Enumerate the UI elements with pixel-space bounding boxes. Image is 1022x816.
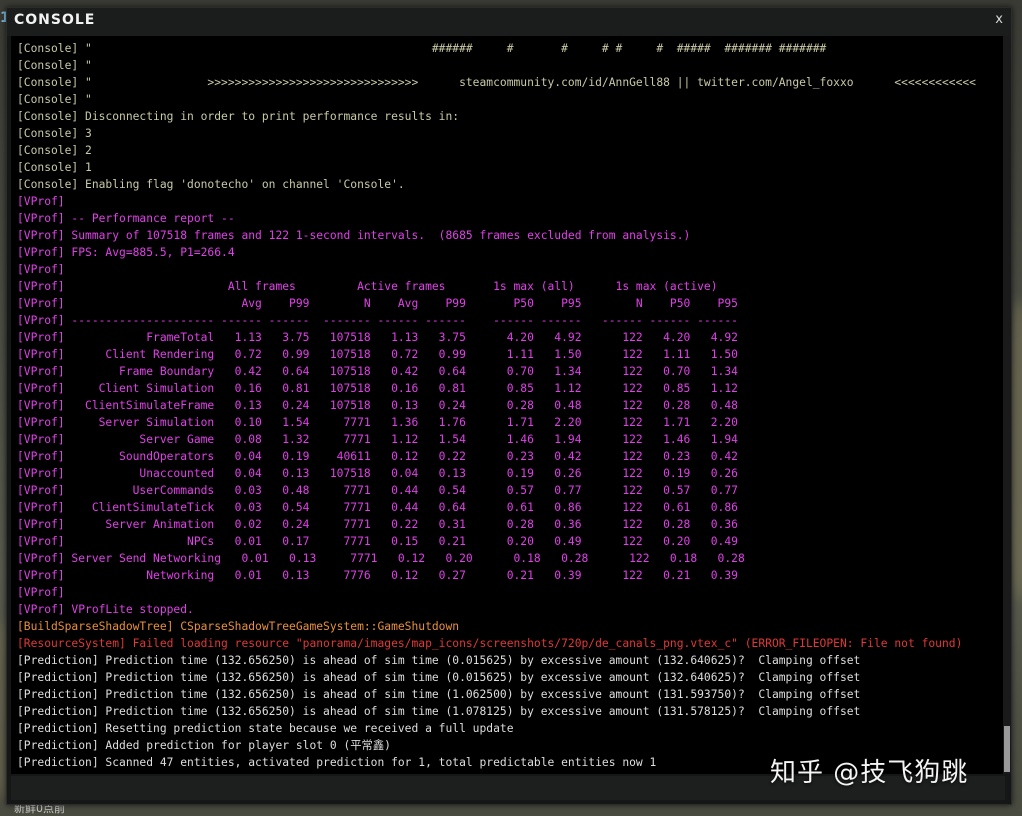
log-line: [Prediction] Prediction time (132.656250… xyxy=(17,671,861,684)
log-line: [VProf] ClientSimulateTick 0.03 0.54 777… xyxy=(17,501,738,514)
log-line: [VProf] Client Simulation 0.16 0.81 1075… xyxy=(17,382,738,395)
log-line: [Console] " >>>>>>>>>>>>>>>>>>>>>>>>>>>>… xyxy=(17,76,976,89)
console-title: CONSOLE xyxy=(14,12,96,28)
log-line: [VProf] Server Game 0.08 1.32 7771 1.12 … xyxy=(17,433,738,446)
log-line: [VProf] SoundOperators 0.04 0.19 40611 0… xyxy=(17,450,738,463)
log-line: [VProf] Summary of 107518 frames and 122… xyxy=(17,229,691,242)
log-line: [VProf] xyxy=(17,195,65,208)
log-line: [VProf] NPCs 0.01 0.17 7771 0.15 0.21 0.… xyxy=(17,535,738,548)
log-line: [Console] " xyxy=(17,59,92,72)
close-button[interactable]: x xyxy=(995,12,1003,27)
log-line: [VProf] --------------------- ------ ---… xyxy=(17,314,738,327)
log-line: [Console] 2 xyxy=(17,144,92,157)
log-line: [Prediction] Prediction time (132.656250… xyxy=(17,654,861,667)
log-line: [Console] " xyxy=(17,93,92,106)
log-line: [VProf] All frames Active frames 1s max … xyxy=(17,280,718,293)
watermark-text: 知乎 @技飞狗跳 xyxy=(770,758,969,788)
console-titlebar[interactable]: CONSOLE x xyxy=(7,8,1011,36)
log-line: [VProf] UserCommands 0.03 0.48 7771 0.44… xyxy=(17,484,738,497)
log-line: [Console] Disconnecting in order to prin… xyxy=(17,110,460,123)
log-line: [VProf] VProfLite stopped. xyxy=(17,603,194,616)
log-line: [VProf] Server Send Networking 0.01 0.13… xyxy=(17,552,745,565)
console-log[interactable]: [Console] " ###### # # # # # ##### #####… xyxy=(11,36,1009,774)
log-line: [VProf] xyxy=(17,586,65,599)
log-line: [Console] 1 xyxy=(17,161,92,174)
log-line: [Console] Enabling flag 'donotecho' on c… xyxy=(17,178,405,191)
log-line: [VProf] Client Rendering 0.72 0.99 10751… xyxy=(17,348,738,361)
log-scrollbar[interactable] xyxy=(1003,36,1011,774)
log-line: [VProf] Server Simulation 0.10 1.54 7771… xyxy=(17,416,738,429)
scrollbar-thumb[interactable] xyxy=(1004,726,1010,772)
log-line: [VProf] Server Animation 0.02 0.24 7771 … xyxy=(17,518,738,531)
log-line: [VProf] Networking 0.01 0.13 7776 0.12 0… xyxy=(17,569,738,582)
log-line: [Prediction] Prediction time (132.656250… xyxy=(17,688,861,701)
log-line: [Prediction] Prediction time (132.656250… xyxy=(17,705,861,718)
log-lines: [Console] " ###### # # # # # ##### #####… xyxy=(17,40,1009,771)
log-line: [Console] 3 xyxy=(17,127,92,140)
log-line: [VProf] -- Performance report -- xyxy=(17,212,235,225)
log-line: [Console] " ###### # # # # # ##### #####… xyxy=(17,42,827,55)
log-line: [ResourceSystem] Failed loading resource… xyxy=(17,637,963,650)
log-line: [Prediction] Resetting prediction state … xyxy=(17,722,514,735)
log-line: [VProf] Unaccounted 0.04 0.13 107518 0.0… xyxy=(17,467,738,480)
log-line: [BuildSparseShadowTree] CSparseShadowTre… xyxy=(17,620,460,633)
console-window: CONSOLE x [Console] " ###### # # # # # #… xyxy=(6,7,1012,805)
log-line: [VProf] xyxy=(17,263,65,276)
log-line: [VProf] FrameTotal 1.13 3.75 107518 1.13… xyxy=(17,331,738,344)
log-line: [VProf] Frame Boundary 0.42 0.64 107518 … xyxy=(17,365,738,378)
log-line: [VProf] Avg P99 N Avg P99 P50 P95 N P50 … xyxy=(17,297,738,310)
log-line: [VProf] FPS: Avg=885.5, P1=266.4 xyxy=(17,246,235,259)
log-line: [VProf] ClientSimulateFrame 0.13 0.24 10… xyxy=(17,399,738,412)
